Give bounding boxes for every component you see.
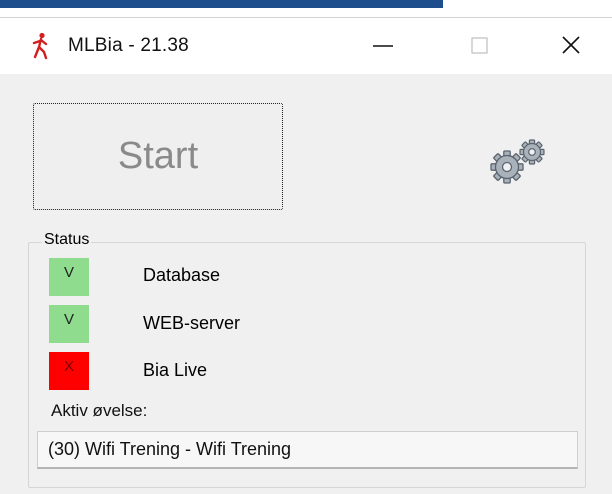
start-button[interactable]: Start (33, 103, 283, 210)
desktop-background (0, 0, 612, 17)
app-window: MLBia - 21.38 Start Status V Database V … (0, 17, 612, 494)
background-window-edge (0, 0, 443, 8)
active-exercise-field[interactable]: (30) Wifi Trening - Wifi Trening (37, 431, 578, 469)
web-server-indicator: V (49, 305, 89, 343)
active-exercise-label: Aktiv øvelse: (51, 401, 148, 420)
bia-live-label: Bia Live (143, 360, 208, 380)
title-bar[interactable]: MLBia - 21.38 (0, 18, 612, 74)
maximize-button[interactable] (460, 28, 500, 64)
status-legend: Status (42, 231, 92, 249)
minimize-icon (373, 45, 393, 47)
web-server-label: WEB-server (143, 313, 241, 333)
gears-icon (490, 139, 545, 184)
database-indicator: V (49, 258, 89, 296)
settings-button[interactable] (483, 136, 555, 192)
database-label: Database (143, 265, 221, 285)
minimize-button[interactable] (363, 28, 403, 64)
close-icon (562, 36, 580, 54)
runner-icon (30, 32, 50, 60)
maximize-icon (471, 37, 488, 54)
close-button[interactable] (553, 28, 593, 64)
window-title: MLBia - 21.38 (68, 35, 189, 56)
bia-live-indicator: X (49, 352, 89, 390)
